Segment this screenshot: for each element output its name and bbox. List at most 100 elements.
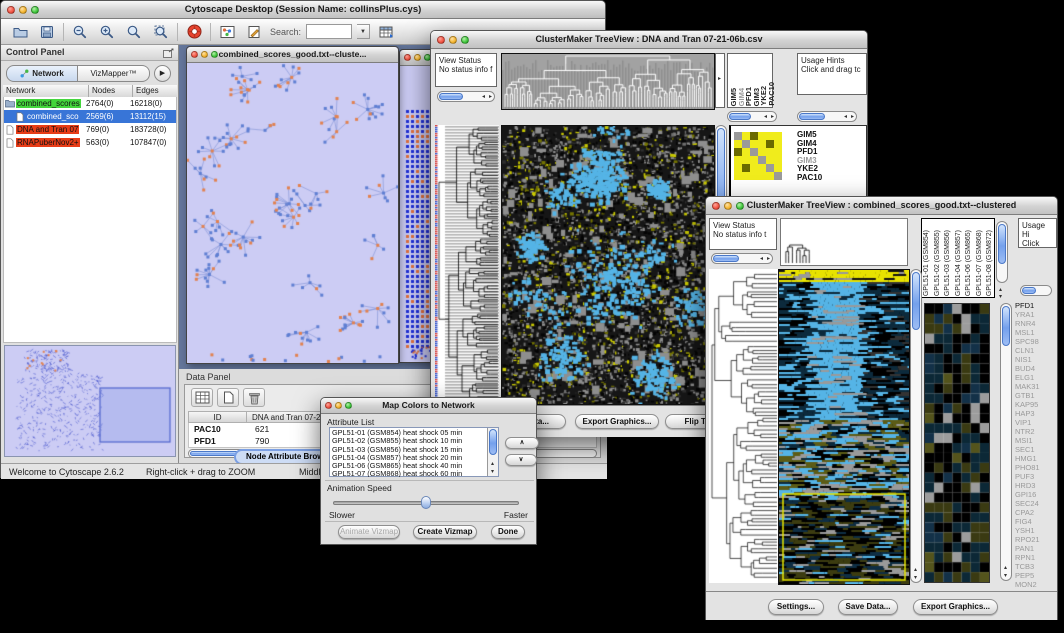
close-button[interactable] [191, 51, 198, 58]
close-button[interactable] [437, 36, 445, 44]
scroll-up-arrow[interactable]: ▴ [491, 461, 494, 467]
gene-label[interactable]: KAP95 [1015, 400, 1058, 409]
zoom-window-button[interactable] [461, 36, 469, 44]
network-window-primary[interactable]: combined_scores_good.txt--cluste... [186, 46, 399, 364]
close-button[interactable] [325, 402, 332, 409]
scroll-thumb[interactable] [998, 224, 1006, 264]
scroll-thumb[interactable] [489, 429, 497, 455]
scroll-right-arrow[interactable]: ▸ [771, 114, 774, 120]
gene-label[interactable]: NTR2 [1015, 427, 1058, 436]
speed-slider-thumb[interactable] [421, 496, 431, 509]
network-row[interactable]: DNA and Tran 07 769(0) 183728(0) [4, 123, 176, 136]
minimize-button[interactable] [449, 36, 457, 44]
gene-label[interactable]: RPO21 [1015, 535, 1058, 544]
scroll-right-arrow[interactable]: ▸ [489, 94, 492, 100]
tab-vizmapper[interactable]: VizMapper™ [78, 65, 150, 82]
column-label[interactable]: GPL51-08 (GSM872) [986, 230, 993, 296]
row-dendrogram[interactable] [709, 269, 778, 583]
detail-vscrollbar[interactable]: ▴ ▾ [1000, 303, 1012, 581]
scroll-thumb[interactable] [799, 113, 825, 120]
import-table-button[interactable] [375, 22, 397, 42]
minimize-button[interactable] [201, 51, 208, 58]
gene-label[interactable]: CLN1 [1015, 346, 1058, 355]
zoom-window-button[interactable] [345, 402, 352, 409]
move-down-button[interactable]: ∨ [505, 454, 537, 466]
zoom-out-button[interactable] [69, 22, 91, 42]
new-attribute-button[interactable] [217, 388, 239, 407]
column-dendrogram-panel[interactable] [780, 218, 908, 266]
gene-label[interactable]: MSL1 [1015, 328, 1058, 337]
scroll-up-arrow[interactable]: ▴ [914, 567, 917, 573]
gene-label[interactable]: RPN1 [1015, 553, 1058, 562]
treeview-button[interactable]: Settings... [768, 599, 824, 615]
tab-overflow-button[interactable]: ▶ [154, 65, 171, 82]
column-label[interactable]: GPL51-03 (GSM856) [944, 230, 951, 296]
gene-label[interactable]: VIP1 [1015, 418, 1058, 427]
scroll-left-arrow[interactable]: ◂ [764, 114, 767, 120]
scroll-thumb[interactable] [439, 93, 463, 100]
minimize-button[interactable] [724, 202, 732, 210]
treeview-button[interactable]: Export Graphics... [575, 414, 659, 429]
attribute-item[interactable]: GPL51-02 (GSM855) heat shock 10 min [332, 437, 486, 445]
gene-label[interactable]: PAN1 [1015, 544, 1058, 553]
gene-label[interactable]: YSH1 [1015, 526, 1058, 535]
overview-window-button[interactable] [216, 22, 238, 42]
minimize-button[interactable] [414, 54, 421, 61]
gene-label[interactable]: BUD4 [1015, 364, 1058, 373]
zoom-in-button[interactable] [96, 22, 118, 42]
gene-label[interactable]: PUF3 [1015, 472, 1058, 481]
gene-label[interactable]: NIS1 [1015, 355, 1058, 364]
open-file-button[interactable] [9, 22, 31, 42]
attribute-item[interactable]: GPL51-06 (GSM865) heat shock 40 min [332, 462, 486, 470]
attribute-vscrollbar[interactable]: ▴ ▾ [487, 428, 498, 476]
gene-label[interactable]: SEC1 [1015, 445, 1058, 454]
save-session-button[interactable] [36, 22, 58, 42]
dialog-button[interactable]: Done [491, 525, 525, 539]
dialog-button[interactable]: Animate Vizmap [338, 525, 400, 539]
gene-label[interactable]: MSI1 [1015, 436, 1058, 445]
close-button[interactable] [7, 6, 15, 14]
gene-label[interactable]: CPA2 [1015, 508, 1058, 517]
gene-label[interactable]: SEC24 [1015, 499, 1058, 508]
float-panel-button[interactable] [163, 48, 174, 63]
scroll-left-arrow[interactable]: ◂ [482, 94, 485, 100]
scroll-left-arrow[interactable]: ◂ [760, 256, 763, 262]
gene-label[interactable]: PHO81 [1015, 463, 1058, 472]
col-network[interactable]: Network [3, 85, 89, 97]
zoom-window-button[interactable] [736, 202, 744, 210]
col-edges[interactable]: Edges [133, 85, 177, 97]
gene-label[interactable]: GTB1 [1015, 391, 1058, 400]
column-label[interactable]: GPL51-06 (GSM865) [965, 230, 972, 296]
network-row[interactable]: combined_scores 2764(0) 16218(0) [4, 97, 176, 110]
column-dendrogram[interactable] [501, 53, 715, 110]
search-dropdown-button[interactable]: ▼ [357, 24, 370, 39]
gene-label[interactable]: HRD3 [1015, 481, 1058, 490]
gene-label[interactable]: PAC10 [797, 174, 863, 183]
search-input[interactable] [306, 24, 352, 39]
gene-label[interactable]: MON2 [1015, 580, 1058, 589]
network-row[interactable]: RNAPuberNov2+ 563(0) 107847(0) [4, 136, 176, 149]
col-nodes[interactable]: Nodes [89, 85, 133, 97]
heatmap-vscrollbar[interactable]: ▴ ▾ [910, 269, 922, 583]
scroll-right-arrow[interactable]: ▸ [851, 114, 854, 120]
scroll-thumb[interactable] [1022, 287, 1036, 294]
summary-hscrollbar[interactable]: ◂ ▸ [727, 111, 777, 122]
column-label[interactable]: GPL51-07 (GSM868) [976, 230, 983, 296]
gene-label[interactable]: YRA1 [1015, 310, 1058, 319]
mini-scroll-strip[interactable]: ▸ [715, 53, 725, 108]
hints-hscrollbar[interactable] [1020, 285, 1052, 296]
attribute-item[interactable]: GPL51-01 (GSM854) heat shock 05 min [332, 429, 486, 437]
treeview-titlebar[interactable]: ClusterMaker TreeView : DNA and Tran 07-… [431, 31, 867, 49]
scroll-down-arrow[interactable]: ▾ [491, 469, 494, 475]
treeview-titlebar[interactable]: ClusterMaker TreeView : combined_scores_… [706, 197, 1057, 215]
birdseye-canvas[interactable] [5, 346, 175, 456]
scroll-up-arrow[interactable]: ▴ [1004, 565, 1007, 571]
label-vscrollbar[interactable] [996, 221, 1008, 283]
attribute-list[interactable]: GPL51-01 (GSM854) heat shock 05 minGPL51… [329, 427, 499, 477]
network-row[interactable]: combined_sco 2569(6) 13112(15) [4, 110, 176, 123]
dialog-button[interactable]: Create Vizmap [413, 525, 477, 539]
move-up-button[interactable]: ∧ [505, 437, 539, 449]
gene-label[interactable]: PEP5 [1015, 571, 1058, 580]
gene-label[interactable]: ELG1 [1015, 373, 1058, 382]
col-id[interactable]: ID [189, 412, 247, 422]
